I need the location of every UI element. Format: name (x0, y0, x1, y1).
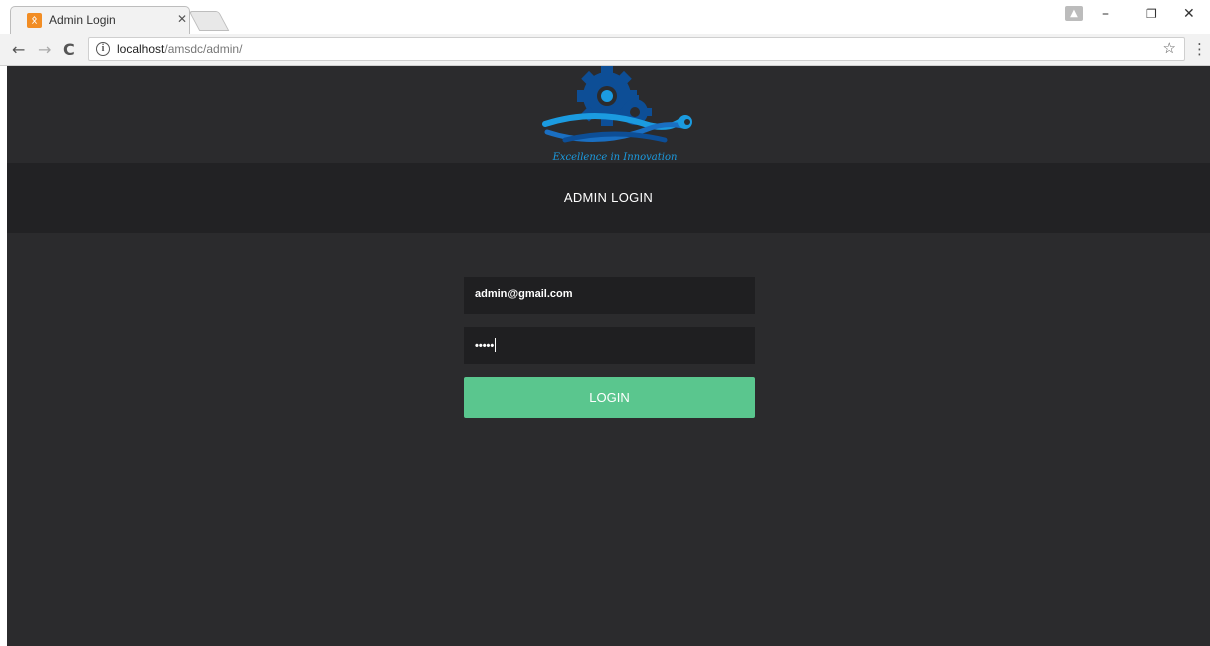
title-bar: ADMIN LOGIN (7, 163, 1210, 233)
close-window-icon[interactable]: ✕ (1183, 6, 1195, 22)
new-tab-button[interactable] (188, 11, 230, 31)
xampp-favicon-icon: ᛟ (27, 13, 42, 28)
browser-menu-icon[interactable]: ⋮ (1192, 40, 1207, 58)
restore-icon[interactable]: ❐ (1146, 7, 1157, 21)
browser-tab[interactable]: ᛟ Admin Login ✕ (10, 6, 190, 34)
text-caret (495, 338, 497, 352)
login-page: Excellence in Innovation ADMIN LOGIN adm… (7, 66, 1210, 646)
reload-icon[interactable]: C (63, 40, 75, 59)
address-bar[interactable]: i localhost/amsdc/admin/ ☆ (88, 37, 1185, 61)
info-icon[interactable]: i (96, 42, 110, 56)
password-field[interactable]: ••••• (464, 327, 755, 364)
tab-strip: ᛟ Admin Login ✕ ▲ – ❐ ✕ (0, 0, 1210, 34)
password-mask: ••••• (475, 338, 497, 352)
profile-icon[interactable]: ▲ (1065, 6, 1083, 21)
bookmark-star-icon[interactable]: ☆ (1163, 39, 1176, 57)
url-path: /amsdc/admin/ (164, 42, 243, 56)
password-mask-text: ••••• (475, 340, 495, 352)
window-edge (0, 66, 7, 646)
company-logo: Excellence in Innovation (542, 66, 692, 163)
page-title: ADMIN LOGIN (563, 190, 654, 205)
logo-tagline: Excellence in Innovation (552, 152, 678, 163)
back-icon[interactable]: ← (12, 40, 25, 59)
email-field[interactable]: admin@gmail.com (464, 277, 755, 314)
minimize-icon[interactable]: – (1102, 6, 1109, 22)
tab-close-icon[interactable]: ✕ (177, 12, 187, 26)
url-text[interactable]: localhost/amsdc/admin/ (117, 42, 242, 56)
url-host: localhost (117, 42, 165, 56)
browser-toolbar: ← → C i localhost/amsdc/admin/ ☆ ⋮ (0, 34, 1210, 66)
tab-title: Admin Login (49, 13, 116, 27)
login-button[interactable]: LOGIN (464, 377, 755, 418)
forward-icon[interactable]: → (38, 40, 51, 59)
email-value: admin@gmail.com (475, 288, 573, 300)
browser-chrome: ᛟ Admin Login ✕ ▲ – ❐ ✕ ← → C i localhos… (0, 0, 1210, 66)
